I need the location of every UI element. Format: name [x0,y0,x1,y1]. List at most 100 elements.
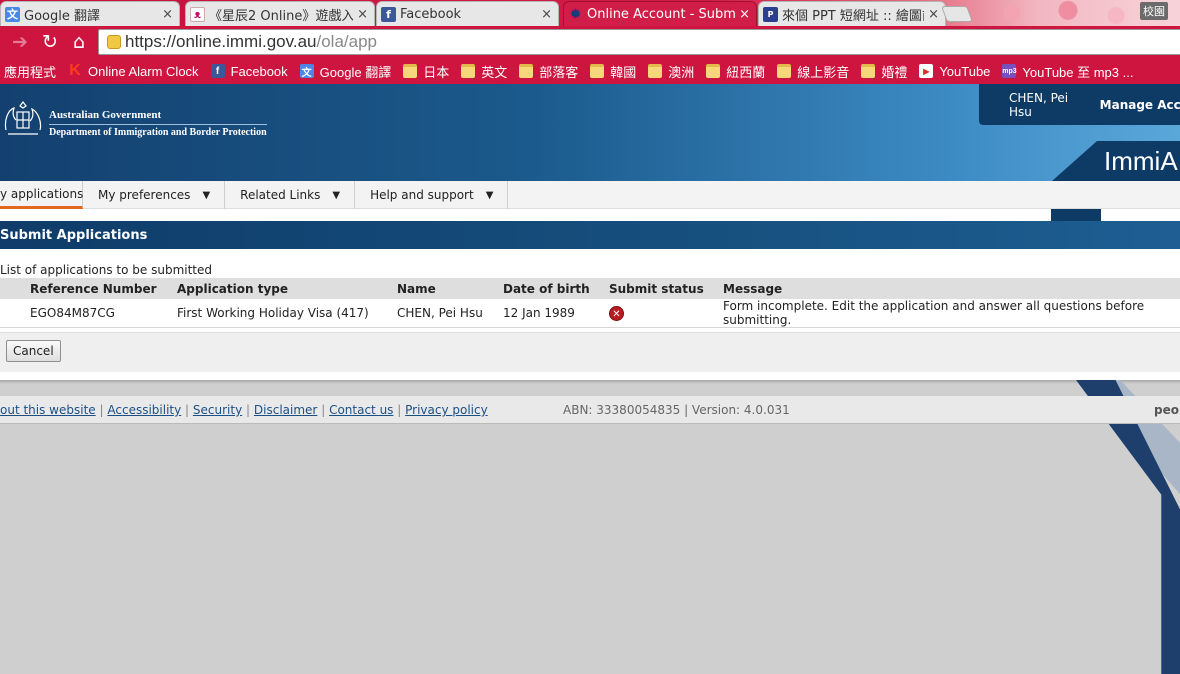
column-header-status: Submit status [609,278,723,299]
folder-icon [590,64,605,78]
applicant-name: CHEN, Pei Hsu [397,299,503,328]
page-title: Submit Applications [0,227,148,243]
section-title-bar: Submit Applications [0,221,1180,249]
mp3-icon: mp3 [1002,64,1017,78]
bookmark-online-alarm-clock[interactable]: K Online Alarm Clock [68,62,198,79]
bookmark-google-translate[interactable]: 文 Google 翻譯 [299,62,391,81]
tab-online-account[interactable]: ✹ Online Account - Submit × [563,1,757,26]
folder-icon [777,64,792,78]
bookmark-folder-wedding[interactable]: 婚禮 [861,62,907,81]
facebook-icon: f [381,6,396,22]
ppt-icon: P [763,6,778,22]
main-nav: y applications My preferences ▼ Related … [0,181,1180,209]
tab-game[interactable]: ᴥ 《星辰2 Online》遊戲入口 × [185,1,375,26]
column-spacer [0,278,30,299]
profile-button[interactable]: 校園 [1140,2,1168,20]
manage-account-link[interactable]: Manage Acco [1100,98,1180,112]
address-bar[interactable]: https://online.immi.gov.au/ola/app [98,29,1180,55]
immiaccount-logo: ImmiA [1104,146,1178,176]
footer-separator: | [99,403,104,417]
column-header-dob: Date of birth [503,278,609,299]
bookmark-folder-australia[interactable]: 澳洲 [648,62,694,81]
bookmark-facebook[interactable]: f Facebook [210,64,288,79]
bookmark-folder-korea[interactable]: 韓國 [590,62,636,81]
nav-underline-strip [0,209,1180,221]
reload-icon[interactable]: ↻ [38,30,62,54]
lock-icon [107,35,121,49]
rabbit-icon: ᴥ [190,6,205,22]
bookmark-youtube[interactable]: ▶ YouTube [919,64,990,79]
date-of-birth: 12 Jan 1989 [503,299,609,328]
folder-icon [403,64,418,78]
home-icon[interactable]: ⌂ [67,30,91,54]
facebook-icon: f [210,64,225,78]
tab-facebook[interactable]: f Facebook × [376,1,559,26]
footer-link-about[interactable]: out this website [0,403,96,417]
cancel-button[interactable]: Cancel [6,340,61,362]
footer-link-accessibility[interactable]: Accessibility [107,403,181,417]
footer-links: out this website | Accessibility | Secur… [0,403,488,417]
footer-right-text: peop [1154,403,1180,417]
footer-separator: | [321,403,326,417]
close-tab-icon[interactable]: × [162,7,173,22]
bookmark-folder-japan[interactable]: 日本 [403,62,449,81]
bookmark-folder-video[interactable]: 線上影音 [777,62,849,81]
forward-arrow-icon[interactable]: ➔ [8,30,32,54]
close-tab-icon[interactable]: × [928,7,939,22]
footer-link-contact[interactable]: Contact us [329,403,393,417]
bookmark-apps[interactable]: 應用程式 [4,62,56,81]
bookmark-youtube-mp3[interactable]: mp3 YouTube 至 mp3 ... [1002,62,1133,81]
browser-toolbar: ➔ ↻ ⌂ https://online.immi.gov.au/ola/app [0,26,1180,58]
close-tab-icon[interactable]: × [541,7,552,22]
footer-separator: | [246,403,251,417]
footer-link-disclaimer[interactable]: Disclaimer [254,403,317,417]
footer-separator: | [397,403,402,417]
table-header-row: Reference Number Application type Name D… [0,278,1180,299]
folder-icon [519,64,534,78]
close-tab-icon[interactable]: × [357,7,368,22]
main-content: List of applications to be submitted Ref… [0,249,1180,380]
url-text: https://online.immi.gov.au/ola/app [125,32,377,51]
nav-my-preferences[interactable]: My preferences ▼ [83,181,226,209]
theme-decoration [980,0,1140,26]
column-header-name: Name [397,278,503,299]
nav-my-applications[interactable]: y applications [0,181,83,209]
footer-link-security[interactable]: Security [193,403,242,417]
folder-icon [648,64,663,78]
bookmark-folder-new-zealand[interactable]: 紐西蘭 [706,62,765,81]
row-spacer [0,299,30,328]
nav-related-links[interactable]: Related Links ▼ [225,181,356,209]
error-icon: ✕ [609,305,624,321]
content-shadow [0,380,1180,384]
gear-icon: ✹ [569,5,582,23]
department-title: Department of Immigration and Border Pro… [49,127,267,138]
gov-divider [49,124,267,125]
site-header: Australian Government Department of Immi… [0,84,1180,181]
nav-indicator [1051,209,1101,221]
tab-google-translate[interactable]: 文 Google 翻譯 × [0,1,180,26]
decorative-stripe [1076,380,1180,674]
folder-icon [706,64,721,78]
footer-link-privacy[interactable]: Privacy policy [405,403,488,417]
column-header-type: Application type [177,278,397,299]
coat-of-arms-icon [4,101,42,135]
bookmark-folder-english[interactable]: 英文 [461,62,507,81]
folder-icon [861,64,876,78]
list-caption: List of applications to be submitted [0,263,213,277]
status-message: Form incomplete. Edit the application an… [723,299,1180,328]
chevron-down-icon: ▼ [332,189,341,201]
table-row: EGO84M87CG First Working Holiday Visa (4… [0,299,1180,328]
site-footer: out this website | Accessibility | Secur… [0,396,1180,424]
applications-table: Reference Number Application type Name D… [0,278,1180,328]
column-header-reference: Reference Number [30,278,177,299]
folder-icon [461,64,476,78]
close-tab-icon[interactable]: × [739,7,750,22]
k-icon: K [69,62,81,79]
reference-number: EGO84M87CG [30,299,177,328]
youtube-icon: ▶ [919,64,934,78]
tab-ppt[interactable]: P 來個 PPT 短網址 :: 繪圖前 × [758,1,946,26]
new-tab-button[interactable] [941,6,973,22]
nav-help-and-support[interactable]: Help and support ▼ [355,181,509,209]
bookmark-folder-blogger[interactable]: 部落客 [519,62,578,81]
browser-tabstrip: 文 Google 翻譯 × ᴥ 《星辰2 Online》遊戲入口 × f Fac… [0,0,1180,26]
